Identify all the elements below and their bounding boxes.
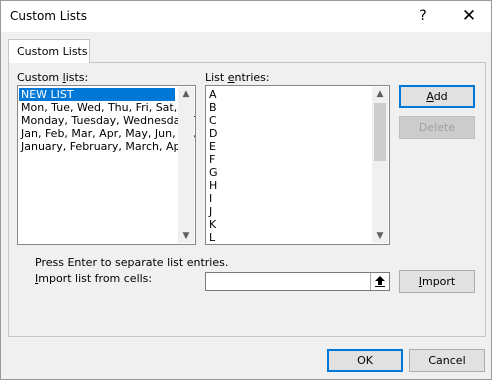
scroll-down-arrow-icon[interactable]: ▼: [178, 229, 194, 243]
custom-list-item[interactable]: NEW LIST: [19, 88, 175, 101]
list-entry-item: I: [209, 192, 213, 205]
list-entry-item: F: [209, 153, 216, 166]
collapse-dialog-icon[interactable]: [370, 273, 389, 290]
list-entry-item: B: [209, 101, 217, 114]
scroll-up-arrow-icon[interactable]: ▲: [178, 87, 194, 101]
scroll-thumb[interactable]: [374, 103, 386, 161]
ok-button[interactable]: OK: [327, 349, 403, 372]
list-entry-item: C: [209, 114, 217, 127]
import-button[interactable]: Import: [399, 270, 475, 293]
hint-text: Press Enter to separate list entries.: [35, 256, 229, 269]
list-entry-item: J: [209, 205, 213, 218]
import-button-rest: mport: [421, 275, 456, 288]
custom-list-item[interactable]: Jan, Feb, Mar, Apr, May, Jun, Jul, Aug, …: [19, 127, 195, 140]
scroll-up-arrow-icon[interactable]: ▲: [372, 87, 388, 101]
custom-list-item[interactable]: January, February, March, April, May, Ju…: [19, 140, 195, 153]
custom-list-item[interactable]: Monday, Tuesday, Wednesday, Thursday, Fr…: [19, 114, 195, 127]
import-label: Import list from cells:: [35, 272, 152, 285]
custom-list-item[interactable]: Mon, Tue, Wed, Thu, Fri, Sat, Sun: [19, 101, 195, 114]
list-entry-item: K: [209, 218, 217, 231]
add-button-rest: dd: [433, 90, 448, 103]
list-entry-item: D: [209, 127, 218, 140]
close-button[interactable]: ✕: [447, 1, 491, 32]
custom-lists-scrollbar[interactable]: ▲ ▼: [178, 87, 194, 243]
list-entries-label: List entries:: [205, 71, 270, 84]
dialog-title: Custom Lists: [10, 9, 88, 23]
list-entries-label-prefix: List: [205, 71, 228, 84]
add-button-mnemonic: A: [426, 90, 434, 103]
help-button[interactable]: ?: [406, 1, 440, 32]
custom-lists-label-suffix: ists:: [65, 71, 89, 84]
custom-lists-dialog: Custom Lists ? ✕ Custom Lists Custom lis…: [0, 0, 492, 380]
cancel-button[interactable]: Cancel: [409, 349, 485, 372]
import-label-rest: mport list from cells:: [38, 272, 153, 285]
title-bar: Custom Lists ? ✕: [1, 1, 491, 32]
list-entries-label-mnemonic: e: [227, 71, 235, 84]
scroll-down-arrow-icon[interactable]: ▼: [372, 229, 388, 243]
custom-lists-label-prefix: Custom: [17, 71, 63, 84]
tab-custom-lists[interactable]: Custom Lists: [8, 39, 90, 63]
add-button[interactable]: Add: [399, 85, 475, 108]
list-entry-item: E: [209, 140, 216, 153]
list-entries-scrollbar[interactable]: ▲ ▼: [372, 87, 388, 243]
list-entry-item: G: [209, 166, 218, 179]
custom-lists-listbox[interactable]: NEW LIST Mon, Tue, Wed, Thu, Fri, Sat, Su…: [17, 85, 196, 245]
custom-lists-label: Custom lists:: [17, 71, 88, 84]
list-entry-item: A: [209, 88, 217, 101]
list-entries-textarea[interactable]: ABCDEFGHIJKL ▲ ▼: [205, 85, 390, 245]
delete-button[interactable]: Delete: [399, 116, 475, 139]
import-range-input[interactable]: [205, 272, 390, 291]
list-entry-item: H: [209, 179, 218, 192]
tab-label: Custom Lists: [17, 45, 88, 58]
list-entry-item: L: [209, 231, 216, 244]
list-entries-label-suffix: ntries:: [234, 71, 270, 84]
